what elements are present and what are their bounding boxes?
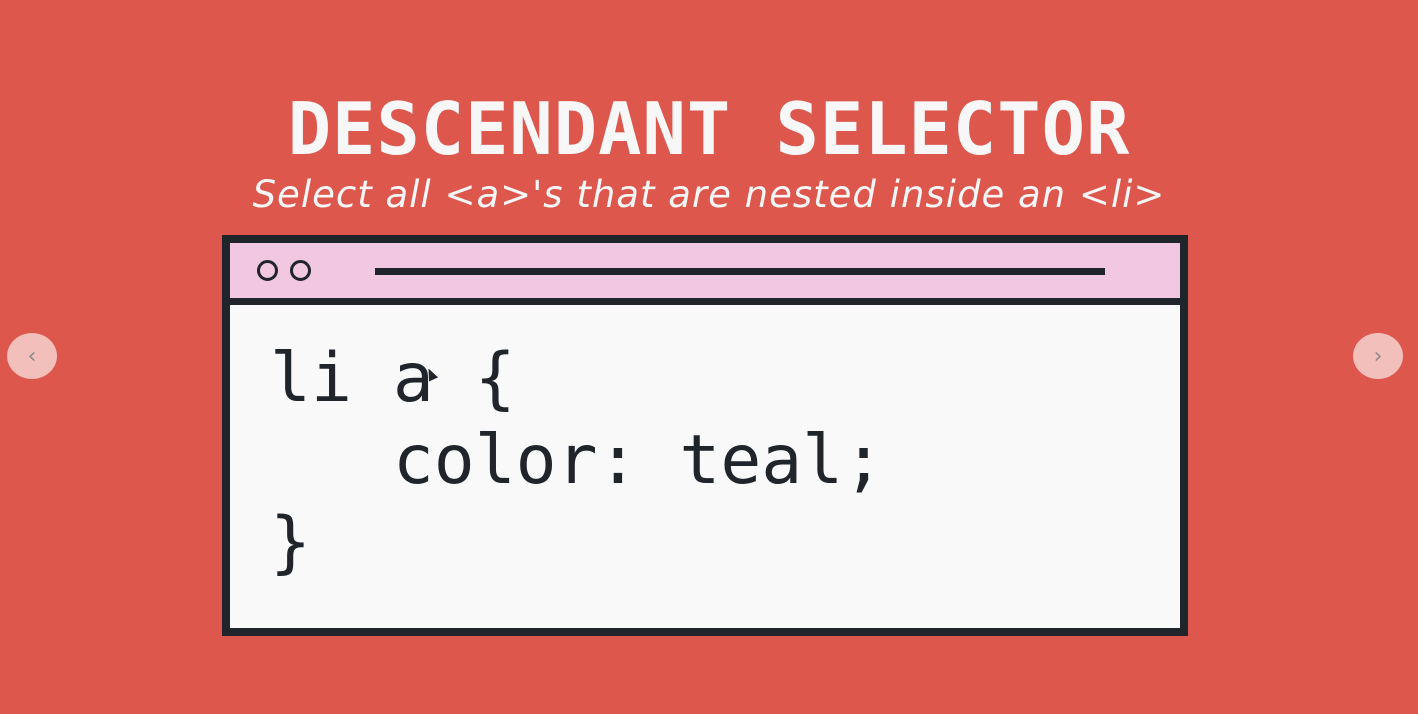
next-slide-button[interactable]: › [1353, 333, 1403, 379]
browser-titlebar [230, 243, 1180, 305]
chevron-right-icon: › [1373, 343, 1383, 369]
code-line: li a { [270, 339, 516, 418]
slide-title: DESCENDANT SELECTOR [287, 87, 1131, 171]
code-line: color: teal; [270, 421, 885, 500]
address-bar [375, 268, 1105, 275]
code-line: } [270, 503, 311, 582]
code-browser-window: li a { color: teal;} [222, 235, 1188, 636]
window-dot-icon [257, 260, 278, 281]
code-block: li a { color: teal;} [270, 338, 884, 584]
previous-slide-button[interactable]: ‹ [7, 333, 57, 379]
slide-subtitle: Select all <a>'s that are nested inside … [252, 173, 1166, 216]
window-dot-icon [290, 260, 311, 281]
chevron-left-icon: ‹ [27, 343, 37, 369]
